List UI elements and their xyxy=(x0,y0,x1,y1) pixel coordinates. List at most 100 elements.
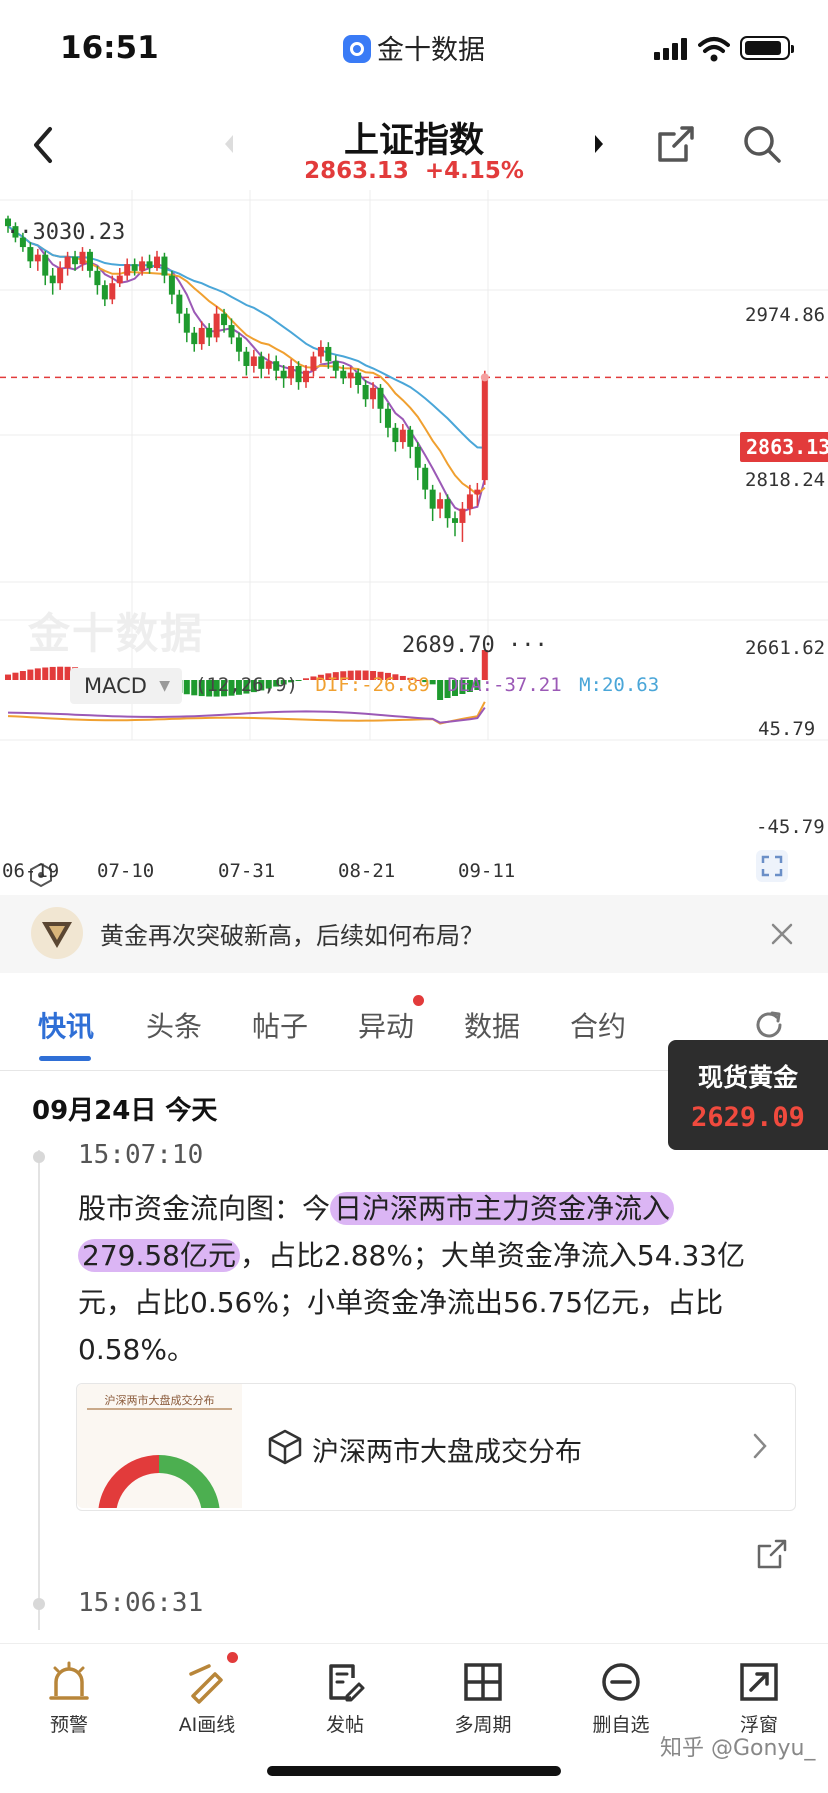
fullscreen-icon[interactable] xyxy=(756,850,788,882)
macd-bar xyxy=(19,671,26,680)
refresh-icon[interactable] xyxy=(752,1008,786,1042)
candle xyxy=(325,342,332,369)
candle-body xyxy=(303,370,309,383)
signal-icon xyxy=(654,38,688,60)
close-banner-icon[interactable] xyxy=(770,922,794,946)
next-instrument-icon[interactable] xyxy=(592,133,606,155)
candle-body xyxy=(392,427,399,443)
macd-bar xyxy=(5,674,11,680)
candle-body xyxy=(265,361,272,369)
price-chart[interactable]: 2974.86 2818.24 2661.62 2863.13 ··3030.2… xyxy=(0,190,828,890)
tab-headlines[interactable]: 头条 xyxy=(146,1005,202,1045)
candle-body xyxy=(243,351,250,366)
candle xyxy=(191,326,198,352)
candle xyxy=(459,502,466,542)
candle-body xyxy=(317,346,324,357)
candle-body xyxy=(27,247,34,262)
nav-post[interactable] xyxy=(290,1660,400,1708)
candle-body xyxy=(481,377,488,481)
thumbnail-gauge xyxy=(98,1455,220,1508)
candle xyxy=(57,261,64,290)
candle-body xyxy=(131,264,138,271)
remove-watchlist-icon xyxy=(602,1663,640,1701)
candle-body xyxy=(414,446,421,468)
tab-active-underline xyxy=(39,1056,91,1061)
candle-body xyxy=(79,251,86,265)
candle-body xyxy=(221,313,228,326)
candle xyxy=(124,258,131,281)
candle-body xyxy=(466,494,473,509)
watermark-logo: 金十数据 xyxy=(28,609,205,658)
tab-data[interactable]: 数据 xyxy=(464,1005,520,1045)
nav-ai-draw[interactable] xyxy=(152,1660,262,1708)
news-time: 15:07:10 xyxy=(78,1140,204,1170)
candle xyxy=(154,250,160,271)
news-body[interactable]: 股市资金流向图：今 日沪深两市主力资金净流入 279.58亿元 ，占比2.88%；大单… xyxy=(78,1185,788,1373)
spot-gold-widget[interactable]: 现货黄金 2629.09 xyxy=(668,1040,828,1150)
candle-body xyxy=(288,365,295,379)
y-label-bottom: 2661.62 xyxy=(745,637,826,659)
candle-body xyxy=(49,275,56,284)
nav-float-window[interactable] xyxy=(704,1660,814,1708)
candle xyxy=(243,346,250,376)
candle-body xyxy=(228,325,235,338)
app-logo-icon xyxy=(343,35,371,63)
candle xyxy=(288,359,295,385)
candle-body xyxy=(295,365,302,383)
candle-body xyxy=(355,372,362,385)
candle xyxy=(49,268,56,295)
candle xyxy=(422,463,429,500)
candle xyxy=(116,268,123,288)
chevron-down-icon: ▼ xyxy=(159,678,170,694)
candle xyxy=(235,332,242,362)
nav-multi-period[interactable] xyxy=(428,1660,538,1708)
candle xyxy=(64,251,71,276)
tab-contracts[interactable]: 合约 xyxy=(570,1005,626,1045)
candle-body xyxy=(42,254,49,276)
share-news-icon[interactable] xyxy=(756,1538,788,1570)
candle-body xyxy=(109,283,116,300)
share-icon[interactable] xyxy=(656,124,696,164)
candle xyxy=(101,280,108,307)
candle xyxy=(347,366,354,388)
card-title[interactable]: 沪深两市大盘成交分布 xyxy=(312,1430,582,1469)
candle xyxy=(429,484,436,522)
candle-body xyxy=(399,429,406,443)
search-icon[interactable] xyxy=(742,124,782,164)
macd-bar xyxy=(27,669,34,680)
box-icon xyxy=(268,1429,302,1465)
candle xyxy=(258,351,265,379)
tab-posts[interactable]: 帖子 xyxy=(252,1005,308,1045)
banner-text[interactable]: 黄金再次突破新高，后续如何布局？ xyxy=(100,916,484,951)
candle-body xyxy=(332,361,339,371)
float-window-icon xyxy=(740,1663,778,1701)
candle-body xyxy=(235,337,242,352)
macd-indicator-select[interactable]: MACD ▼ xyxy=(70,668,182,704)
watermark-text: 知乎 @Gonyu_ xyxy=(660,1736,816,1761)
candle xyxy=(250,349,257,373)
tab-movers[interactable]: 异动 xyxy=(358,1005,414,1045)
x-label: 07-31 xyxy=(218,860,276,882)
header-price: 2863.13 xyxy=(304,158,409,184)
chevron-right-icon[interactable] xyxy=(752,1432,768,1460)
nav-remove-watchlist[interactable] xyxy=(566,1660,676,1708)
x-label: 07-10 xyxy=(97,860,155,882)
candle xyxy=(34,248,41,271)
candle xyxy=(176,289,183,324)
macd-y-bottom: -45.79 xyxy=(756,816,825,838)
multi-period-icon xyxy=(464,1663,502,1701)
candlestick-chart[interactable] xyxy=(0,190,828,890)
tab-flash[interactable]: 快讯 xyxy=(38,1005,94,1045)
macd-bar xyxy=(183,680,190,695)
candle-body xyxy=(206,327,213,338)
candle xyxy=(317,340,324,364)
nav-alert[interactable] xyxy=(14,1660,124,1708)
candle-body xyxy=(407,429,414,447)
candle-body xyxy=(310,356,317,371)
candle-body xyxy=(139,261,146,271)
candle xyxy=(146,254,153,274)
nav-alert-label: 预警 xyxy=(49,1714,88,1736)
x-label: 06-19 xyxy=(2,860,60,882)
candle xyxy=(183,307,190,343)
macd-bar xyxy=(34,668,41,680)
